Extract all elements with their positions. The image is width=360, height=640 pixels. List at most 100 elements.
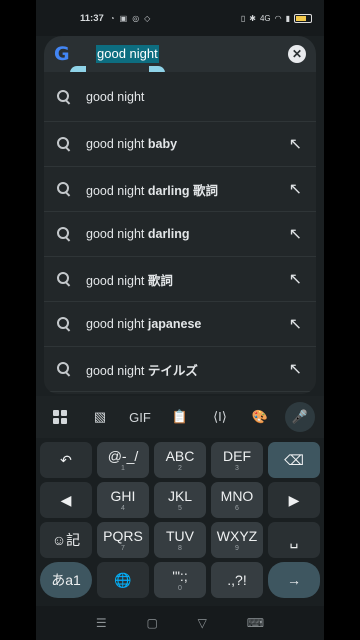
recents-icon[interactable]: ☰ [96, 616, 107, 630]
suggestion-prefix: good night [86, 227, 148, 241]
key-label: WXYZ [216, 527, 258, 544]
back-icon[interactable]: ▽ [198, 616, 207, 630]
key-label: ↶ [60, 451, 72, 468]
key-wxyz[interactable]: WXYZ 9 [211, 522, 263, 558]
keyboard-switch-icon[interactable]: ⌨ [247, 616, 264, 630]
key-label: '":; [172, 567, 188, 584]
search-icon [56, 226, 72, 242]
notification-icons: ◔ ▣ ◎ ◇ [110, 14, 151, 23]
undo-key[interactable]: ↶ [40, 442, 92, 478]
gif-button[interactable]: GIF [125, 402, 155, 432]
suggestion-row[interactable]: good night テイルズ ↖ [44, 347, 316, 392]
home-icon[interactable]: ▢ [147, 616, 158, 630]
key-sublabel: 2 [178, 464, 182, 472]
fill-query-arrow-icon[interactable]: ↖ [289, 359, 302, 379]
suggestion-prefix: good night [86, 273, 148, 288]
key-sublabel: 8 [178, 544, 182, 552]
network-type: 4G [259, 13, 271, 23]
signal-icon: ▮ [285, 13, 290, 23]
suggestion-row[interactable]: good night japanese ↖ [44, 302, 316, 347]
keyboard: ↶ @-_/1 ABC 2 DEF 3 ⌫ ◀ GHI 4 JKL 5 MNO 6 ▶ ☺… [36, 438, 324, 606]
microphone-icon[interactable]: 🎤 [285, 402, 315, 432]
globe-icon: 🌐 [114, 571, 132, 588]
vibrate-icon: ▯ [240, 13, 246, 23]
suggestion-row[interactable]: good night darling ↖ [44, 212, 316, 257]
emoji-icon: ☺記 [51, 532, 81, 548]
sticker-icon[interactable]: ▧ [85, 402, 115, 432]
backspace-key[interactable]: ⌫ [268, 442, 320, 478]
key-jkl[interactable]: JKL 5 [154, 482, 206, 518]
search-icon [56, 316, 72, 332]
key-abc[interactable]: ABC 2 [154, 442, 206, 478]
suggestion-row[interactable]: good night baby ↖ [44, 122, 316, 167]
key-sublabel: 0 [178, 584, 182, 592]
key-symbols[interactable]: @-_/1 [97, 442, 149, 478]
bluetooth-icon: ✱ [249, 13, 256, 23]
status-bar: 11:37 ◔ ▣ ◎ ◇ ▯ ✱ 4G ◠ ▮ [36, 0, 324, 36]
fill-query-arrow-icon[interactable]: ↖ [289, 134, 302, 154]
wifi-off-icon: ◇ [144, 13, 151, 23]
key-sublabel: 3 [235, 464, 239, 472]
key-sublabel: 6 [235, 504, 239, 512]
fill-query-arrow-icon[interactable]: ↖ [289, 179, 302, 199]
phone-screen: 11:37 ◔ ▣ ◎ ◇ ▯ ✱ 4G ◠ ▮ G good night ✕ … [36, 0, 324, 640]
space-icon: ␣ [289, 531, 299, 548]
key-label: MNO [220, 487, 254, 504]
key-ghi[interactable]: GHI 4 [97, 482, 149, 518]
key-label: あa1 [51, 572, 81, 588]
suggestion-suffix: 歌詞 [147, 273, 173, 288]
key-label: GHI [110, 487, 136, 504]
key-mno[interactable]: MNO 6 [211, 482, 263, 518]
key-def[interactable]: DEF 3 [211, 442, 263, 478]
key-period[interactable]: .,?! [211, 562, 263, 598]
key-pqrs[interactable]: PQRS 7 [97, 522, 149, 558]
wifi-icon: ◠ [274, 13, 282, 23]
suggestion-prefix: good night [86, 183, 148, 198]
key-label: @-_/ [107, 447, 139, 464]
key-punctuation[interactable]: '":; 0 [154, 562, 206, 598]
suggestion-row[interactable]: good night [44, 72, 316, 122]
suggestion-suffix: baby [147, 137, 178, 151]
apps-grid-icon[interactable] [45, 402, 75, 432]
image-icon: ▣ [119, 13, 128, 23]
key-label: DEF [223, 447, 251, 464]
close-icon[interactable]: ✕ [288, 45, 306, 63]
cursor-left-key[interactable]: ◀ [40, 482, 92, 518]
key-label: PQRS [103, 527, 143, 544]
suggestion-prefix: good night [86, 363, 148, 378]
key-sublabel: 7 [121, 544, 125, 552]
palette-icon[interactable]: 🎨 [245, 402, 275, 432]
backspace-icon: ⌫ [284, 451, 304, 468]
language-key[interactable]: 🌐 [97, 562, 149, 598]
key-tuv[interactable]: TUV 8 [154, 522, 206, 558]
system-icons: ▯ ✱ 4G ◠ ▮ [240, 13, 312, 23]
suggestion-prefix: good night [86, 137, 148, 151]
suggestion-row[interactable]: good night 歌詞 ↖ [44, 257, 316, 302]
suggestion-row[interactable]: good night darling 歌詞 ↖ [44, 167, 316, 212]
fill-query-arrow-icon[interactable]: ↖ [289, 269, 302, 289]
enter-key[interactable]: → [268, 562, 320, 598]
search-input[interactable]: good night [96, 45, 159, 63]
space-key[interactable]: ␣ [268, 522, 320, 558]
clipboard-icon[interactable]: 📋 [165, 402, 195, 432]
key-sublabel: 1 [121, 464, 125, 472]
fill-query-arrow-icon[interactable]: ↖ [289, 314, 302, 334]
key-sublabel: 4 [121, 504, 125, 512]
arrow-right-icon: ▶ [288, 491, 300, 508]
search-icon [56, 181, 72, 197]
search-icon [56, 89, 72, 105]
suggestions-list: good night good night baby ↖ good night … [44, 72, 316, 394]
search-icon [56, 271, 72, 287]
keyboard-toolbar: ▧ GIF 📋 ⟨I⟩ 🎨 🎤 [36, 396, 324, 438]
emoji-symbol-key[interactable]: ☺記 [40, 522, 92, 558]
suggestion-prefix: good night [86, 317, 148, 331]
battery-icon [294, 13, 312, 23]
navigation-bar: ☰ ▢ ▽ ⌨ [36, 606, 324, 640]
cursor-right-key[interactable]: ▶ [268, 482, 320, 518]
chat-bubble-icon: ◔ [109, 13, 115, 23]
key-label: .,?! [227, 572, 247, 588]
fill-query-arrow-icon[interactable]: ↖ [289, 224, 302, 244]
key-label: ABC [165, 447, 195, 464]
input-mode-key[interactable]: あa1 [40, 562, 92, 598]
text-cursor-icon[interactable]: ⟨I⟩ [205, 402, 235, 432]
